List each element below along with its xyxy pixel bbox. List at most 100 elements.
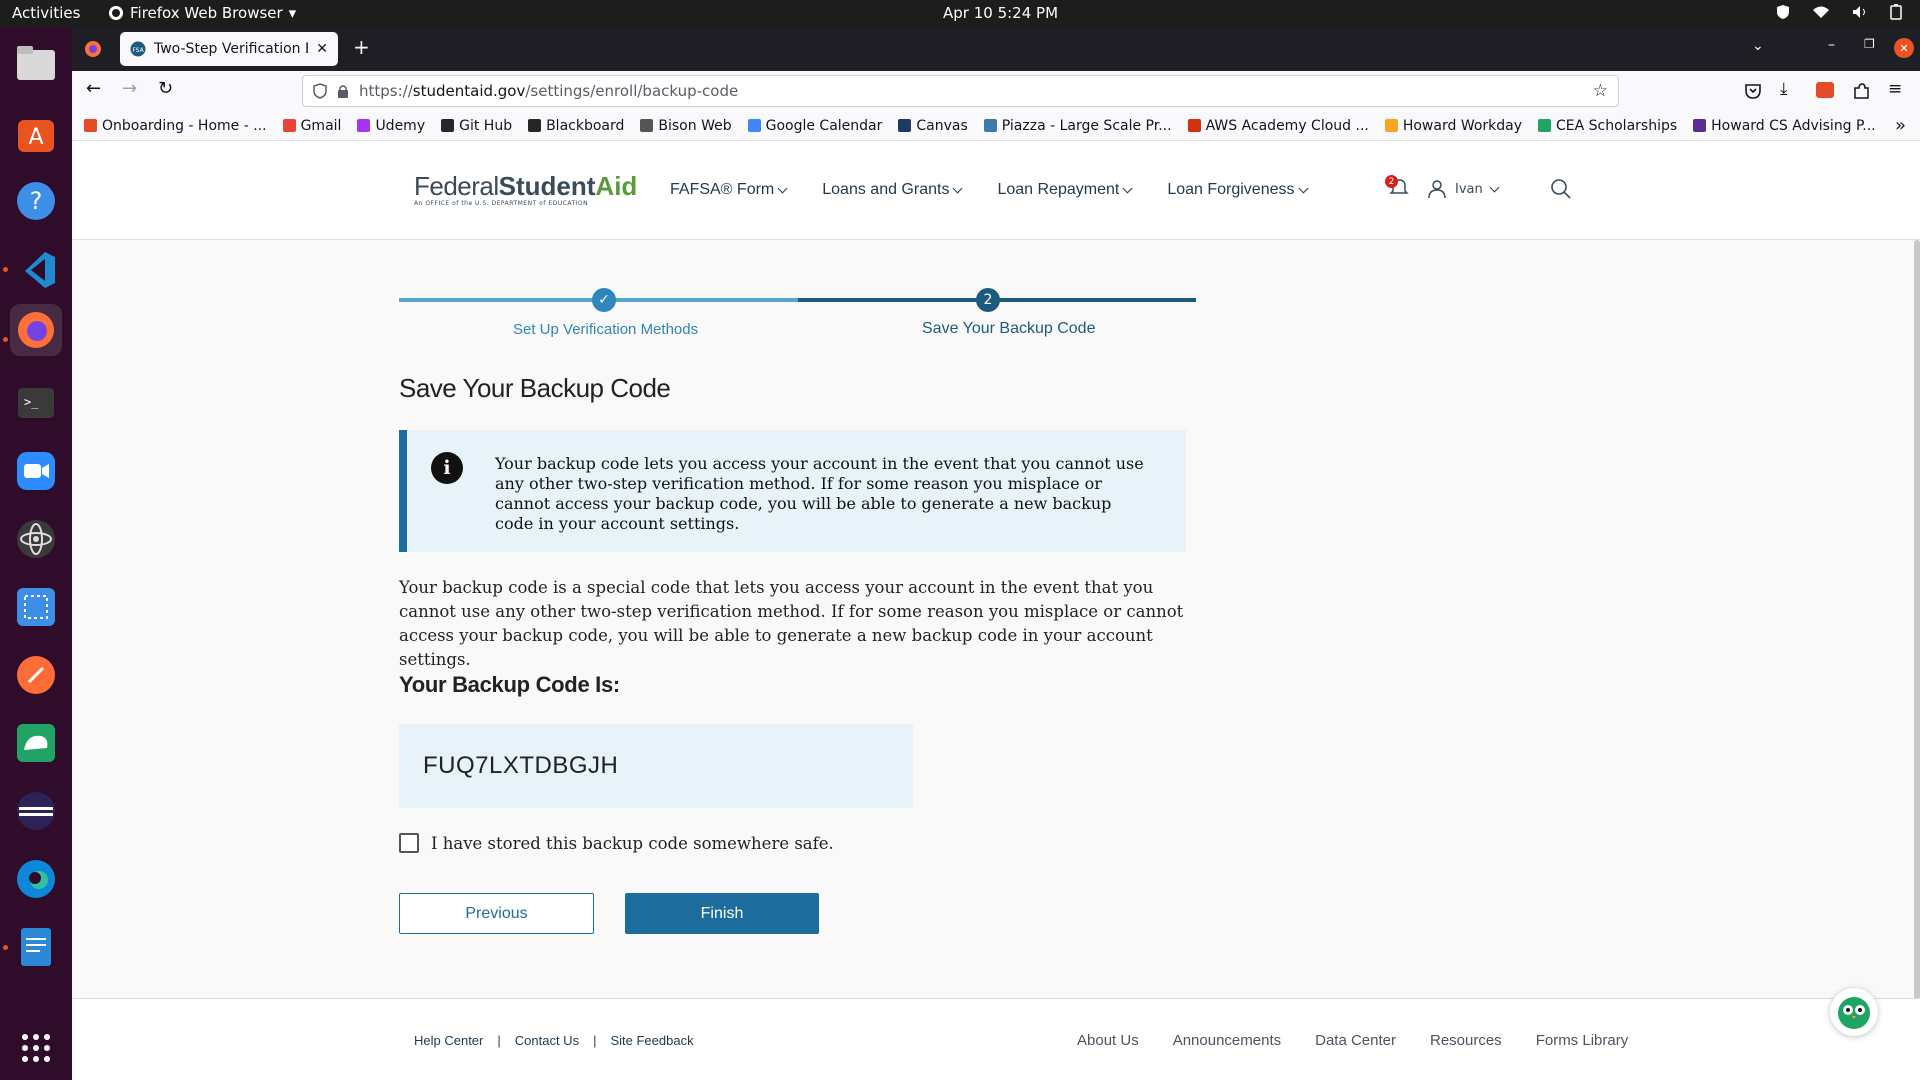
extension-icon[interactable] — [1816, 82, 1834, 98]
battery-icon — [1890, 4, 1902, 20]
close-tab-icon[interactable]: ✕ — [316, 41, 328, 57]
stored-safe-checkbox-label[interactable]: I have stored this backup code somewhere… — [431, 834, 834, 853]
page-scrollbar[interactable] — [1914, 240, 1920, 1000]
app-grid-icon[interactable] — [10, 1022, 62, 1074]
extensions-puzzle-icon[interactable] — [1852, 82, 1870, 100]
chevron-down-icon — [1489, 182, 1500, 192]
firefox-view-icon[interactable] — [84, 40, 102, 58]
screenshot-icon[interactable] — [10, 581, 62, 633]
forward-icon[interactable]: → — [122, 78, 137, 99]
user-menu[interactable]: Ivan — [1427, 179, 1500, 199]
bookmark-label: Git Hub — [459, 117, 513, 134]
header-actions: 2 Ivan — [1385, 175, 1572, 201]
nav-item-label: Loan Forgiveness — [1167, 181, 1295, 198]
bookmark-favicon-icon — [441, 119, 455, 132]
stored-safe-checkbox-row[interactable]: I have stored this backup code somewhere… — [399, 833, 834, 853]
chatbot-owl-icon[interactable] — [1830, 988, 1878, 1036]
url-bar[interactable]: https://studentaid.gov/settings/enroll/b… — [302, 75, 1619, 107]
downloads-icon[interactable]: ⤓ — [1780, 79, 1788, 99]
bookmark-item[interactable]: Gmail — [282, 118, 341, 134]
bookmark-favicon-icon — [1384, 119, 1398, 132]
nav-item[interactable]: Loan Repayment — [997, 181, 1133, 199]
notifications-bell[interactable]: 2 — [1385, 175, 1409, 201]
app-menu[interactable]: Firefox Web Browser ▾ — [108, 4, 296, 22]
terminal-icon[interactable]: >_ — [10, 377, 62, 429]
tab-title: Two-Step Verification Enr — [154, 41, 308, 57]
bookmark-star-icon[interactable]: ☆ — [1593, 81, 1608, 101]
help-icon[interactable]: ? — [10, 175, 62, 227]
bookmark-favicon-icon — [898, 119, 912, 132]
postman-icon[interactable] — [10, 649, 62, 701]
bookmark-item[interactable]: Git Hub — [441, 118, 512, 134]
nav-item-label: FAFSA® Form — [670, 181, 775, 198]
bookmark-item[interactable]: AWS Academy Cloud ... — [1187, 118, 1369, 134]
footer-link[interactable]: Site Feedback — [610, 1033, 693, 1048]
footer-link[interactable]: Forms Library — [1536, 1032, 1629, 1049]
firefox-dock-icon[interactable] — [10, 304, 62, 356]
bookmark-item[interactable]: Piazza - Large Scale Pr... — [983, 117, 1172, 134]
previous-button[interactable]: Previous — [399, 893, 594, 934]
tab-active[interactable]: FSA Two-Step Verification Enr ✕ — [120, 32, 338, 66]
step-1-label: Set Up Verification Methods — [513, 321, 699, 338]
tracking-protection-icon[interactable] — [313, 83, 327, 99]
bookmark-label: Bison Web — [658, 117, 732, 134]
new-tab-icon[interactable]: + — [353, 35, 370, 59]
bookmark-item[interactable]: Onboarding - Home - ... — [84, 118, 267, 134]
activities-button[interactable]: Activities — [12, 4, 80, 22]
volume-icon — [1853, 6, 1865, 18]
svg-text:FSA: FSA — [132, 47, 144, 54]
bookmark-item[interactable]: Blackboard — [528, 118, 624, 134]
bookmark-label: Piazza - Large Scale Pr... — [1001, 117, 1172, 134]
search-icon[interactable] — [1550, 178, 1572, 200]
files-icon[interactable] — [10, 37, 62, 89]
bookmarks-overflow-icon[interactable]: » — [1895, 115, 1906, 136]
list-all-tabs-icon[interactable]: ⌄ — [1752, 38, 1764, 54]
vscode-icon[interactable] — [10, 244, 62, 296]
backup-code-box[interactable]: FUQ7LXTDBGJH — [399, 724, 913, 808]
bookmark-item[interactable]: Howard CS Advising P... — [1693, 118, 1876, 134]
restore-icon[interactable]: ❐ — [1864, 37, 1875, 51]
reload-icon[interactable]: ↻ — [158, 78, 173, 99]
zoom-icon[interactable] — [10, 445, 62, 497]
bookmark-item[interactable]: Bison Web — [640, 117, 732, 134]
backup-code-heading: Your Backup Code Is: — [399, 672, 620, 697]
chevron-down-icon — [953, 183, 963, 193]
writer-icon[interactable] — [10, 921, 62, 973]
footer-separator: | — [497, 1033, 501, 1048]
atom-icon[interactable] — [10, 513, 62, 565]
nav-item[interactable]: Loans and Grants — [822, 181, 963, 199]
site-footer: Help Center | Contact Us | Site Feedback Abo… — [72, 998, 1920, 1080]
close-window-icon[interactable]: ✕ — [1894, 38, 1914, 58]
backup-code-value[interactable]: FUQ7LXTDBGJH — [423, 752, 618, 780]
bookmark-item[interactable]: CEA Scholarships — [1538, 118, 1677, 134]
clock[interactable]: Apr 10 5:24 PM — [943, 4, 1058, 22]
footer-link[interactable]: About Us — [1077, 1032, 1139, 1049]
bookmark-favicon-icon — [1187, 119, 1201, 132]
footer-link[interactable]: Resources — [1430, 1032, 1502, 1049]
software-center-icon[interactable]: A — [10, 107, 62, 159]
finish-button[interactable]: Finish — [625, 893, 819, 934]
bookmark-label: Google Calendar — [765, 117, 883, 134]
bookmark-item[interactable]: Howard Workday — [1384, 118, 1522, 134]
footer-link[interactable]: Data Center — [1315, 1032, 1396, 1049]
nav-item[interactable]: FAFSA® Form — [670, 181, 788, 199]
stored-safe-checkbox[interactable] — [399, 833, 419, 853]
system-tray[interactable] — [1776, 4, 1902, 20]
footer-link[interactable]: Help Center — [414, 1033, 483, 1048]
pocket-icon[interactable] — [1744, 82, 1762, 100]
footer-link[interactable]: Contact Us — [515, 1033, 579, 1048]
eclipse-icon[interactable] — [10, 785, 62, 837]
nav-item[interactable]: Loan Forgiveness — [1167, 181, 1308, 199]
bookmark-favicon-icon — [282, 119, 296, 132]
edge-icon[interactable] — [10, 853, 62, 905]
menu-icon[interactable]: ≡ — [1888, 79, 1902, 99]
datagrip-icon[interactable] — [10, 717, 62, 769]
bookmark-item[interactable]: Canvas — [898, 118, 968, 134]
back-icon[interactable]: ← — [86, 78, 101, 99]
minimize-icon[interactable]: – — [1828, 37, 1835, 53]
bookmark-item[interactable]: Udemy — [357, 118, 425, 134]
fsa-logo[interactable]: FederalStudentAid An OFFICE of the U.S. … — [414, 171, 637, 207]
bookmark-item[interactable]: Google Calendar — [747, 117, 883, 134]
lock-icon[interactable] — [337, 84, 349, 98]
footer-link[interactable]: Announcements — [1173, 1032, 1281, 1049]
